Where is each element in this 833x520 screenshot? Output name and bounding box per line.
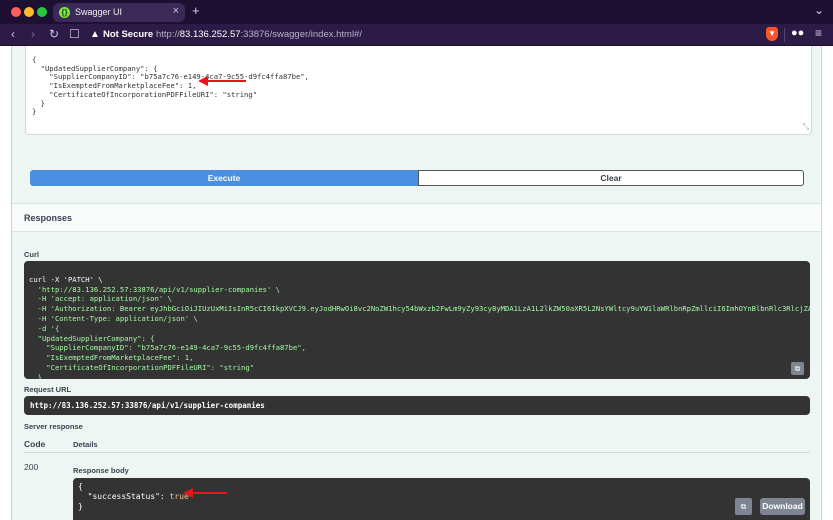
reload-icon[interactable]: ↻ — [49, 27, 59, 41]
window-zoom-button[interactable] — [37, 7, 47, 17]
curl-label: Curl — [24, 250, 39, 259]
request-url-label: Request URL — [24, 385, 72, 394]
bookmark-icon[interactable]: ☐ — [69, 27, 80, 41]
menu-hamburger-icon[interactable]: ≡ — [815, 26, 822, 40]
copy-response-icon[interactable]: ⧉ — [735, 498, 752, 515]
curl-line: -H 'Authorization: Bearer eyJhbGciOiJIUz… — [37, 304, 810, 314]
new-tab-button[interactable]: + — [192, 3, 200, 18]
back-arrow-icon[interactable]: ‹ — [11, 27, 15, 41]
browser-tab[interactable]: {} Swagger UI × — [53, 3, 185, 22]
response-body-label: Response body — [73, 466, 129, 475]
server-response-label: Server response — [24, 422, 83, 431]
reader-glasses-icon[interactable]: ●● — [791, 27, 804, 39]
url-field[interactable]: http://83.136.252.57:33876/swagger/index… — [156, 29, 362, 40]
curl-line: "IsExemptedFromMarketplaceFee": 1, — [29, 353, 194, 363]
json-close-brace: } — [78, 502, 83, 511]
swagger-favicon-icon: {} — [59, 7, 70, 18]
responses-title: Responses — [24, 213, 73, 223]
curl-line: -H 'Content-Type: application/json' \ — [29, 313, 198, 323]
forward-arrow-icon[interactable]: › — [31, 27, 35, 41]
request-url-value: http://83.136.252.57:33876/api/v1/suppli… — [30, 401, 265, 410]
annotation-arrow-icon — [198, 76, 246, 86]
response-body-block: { "successStatus": true } — [73, 478, 810, 520]
warning-triangle-icon[interactable]: ▲ — [90, 29, 100, 40]
tab-title: Swagger UI — [75, 7, 123, 17]
status-code: 200 — [24, 462, 39, 472]
curl-line: } — [29, 372, 42, 379]
window-minimize-button[interactable] — [24, 7, 34, 17]
request-body-textarea[interactable]: { "UpdatedSupplierCompany": { "SupplierC… — [25, 46, 812, 135]
url-path: :33876/swagger/index.html#/ — [240, 29, 362, 40]
curl-command: curl -X 'PATCH' \ 'http://83.136.252.57:… — [29, 265, 810, 379]
curl-line: "UpdatedSupplierCompany": { — [29, 333, 155, 343]
curl-line: 'http://83.136.252.57:33876/api/v1/suppl… — [29, 284, 280, 294]
swagger-page: { "UpdatedSupplierCompany": { "SupplierC… — [0, 46, 833, 520]
curl-line: -H 'accept: application/json' \ — [29, 294, 172, 304]
tab-list-chevron-icon[interactable]: ⌄ — [814, 3, 824, 17]
request-url-block: http://83.136.252.57:33876/api/v1/suppli… — [24, 396, 810, 415]
table-divider — [24, 452, 810, 453]
download-button[interactable]: Download — [760, 498, 805, 515]
resize-handle-icon[interactable]: ⤡ — [803, 122, 809, 132]
url-scheme: http:// — [156, 29, 180, 40]
responses-header: Responses — [12, 203, 821, 232]
execute-button[interactable]: Execute — [30, 170, 418, 186]
code-column-header: Code — [24, 439, 46, 449]
address-bar: ‹ › ↻ ☐ ▲ Not Secure http://83.136.252.5… — [0, 24, 833, 46]
tab-close-icon[interactable]: × — [173, 5, 179, 17]
curl-line: -d '{ — [29, 323, 60, 333]
toolbar-divider — [784, 28, 785, 42]
json-key: "successStatus": — [87, 492, 170, 501]
curl-line: "CertificateOfIncorporationPDFFileURI": … — [29, 362, 255, 372]
copy-curl-icon[interactable]: ⧉ — [791, 362, 804, 375]
curl-line: curl -X 'PATCH' \ — [29, 274, 103, 284]
response-body-json: { "successStatus": true } — [78, 482, 189, 512]
curl-block: curl -X 'PATCH' \ 'http://83.136.252.57:… — [24, 261, 810, 379]
url-host: 83.136.252.57 — [179, 29, 241, 40]
tab-bar: {} Swagger UI × + ⌄ — [0, 0, 833, 24]
window-close-button[interactable] — [11, 7, 21, 17]
clear-button[interactable]: Clear — [418, 170, 804, 186]
operation-block: { "UpdatedSupplierCompany": { "SupplierC… — [11, 46, 822, 520]
brave-shield-icon[interactable]: ▼ — [766, 27, 778, 41]
not-secure-label[interactable]: Not Secure — [103, 29, 153, 40]
request-body-json: { "UpdatedSupplierCompany": { "SupplierC… — [32, 55, 309, 117]
annotation-arrow-icon — [183, 488, 227, 498]
details-column-header: Details — [73, 440, 98, 449]
json-open-brace: { — [78, 482, 83, 491]
curl-line: "SupplierCompanyID": "b75a7c76-e149-4ca7… — [29, 343, 306, 353]
